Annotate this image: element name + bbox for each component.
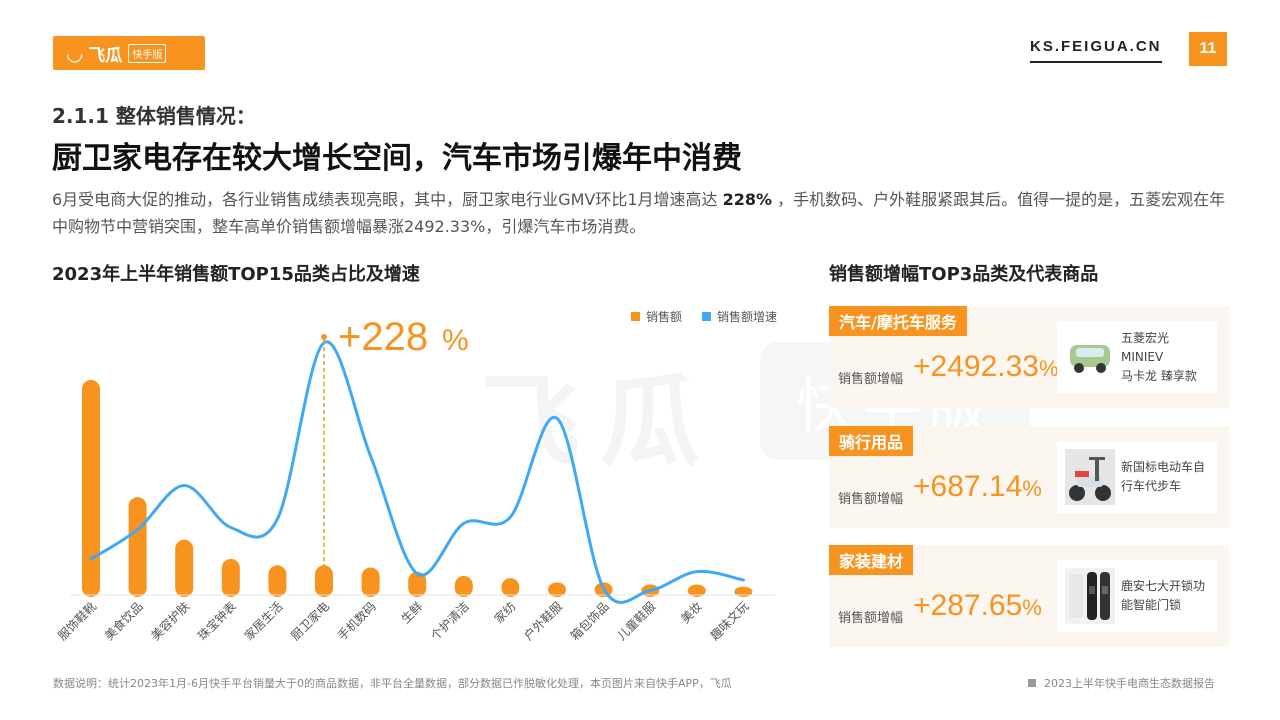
product-name-line1: 新国标电动车自	[1121, 460, 1206, 474]
metric-label: 销售额增幅	[838, 492, 904, 507]
product-card[interactable]: 新国标电动车自 行车代步车	[1057, 441, 1217, 513]
legend-swatch-growth	[702, 312, 711, 321]
chart-title: 2023年上半年销售额TOP15品类占比及增速	[52, 264, 420, 285]
site-url[interactable]: KS.FEIGUA.CN	[1030, 38, 1162, 63]
smart-lock-icon	[1065, 568, 1115, 624]
bar-5	[268, 565, 287, 597]
metric-label: 销售额增幅	[838, 372, 904, 387]
sales-chart: +228 % 销售额 销售额增速服饰鞋靴 美食饮品 美容护肤 珠宝钟表 家居生活 厨卫家电 手机数…	[55, 309, 777, 644]
report-name: 2023上半年快手电商生态数据报告	[1028, 675, 1215, 691]
top3-card-3: 家装建材 销售额增幅 +287.65% 鹿安七大开锁功 能智能门锁	[829, 545, 1229, 647]
top3-card-2: 骑行用品 销售额增幅 +687.14% 新国标电动车自 行车代步车	[829, 426, 1229, 528]
top3-title: 销售额增幅TOP3品类及代表商品	[829, 264, 1099, 285]
annotation-value: +228	[338, 315, 428, 359]
bar-4	[221, 558, 240, 597]
bar-7	[361, 567, 380, 597]
product-name-line2: 能智能门锁	[1121, 598, 1182, 612]
legend-label-sales: 销售额	[646, 309, 682, 324]
bar-2	[128, 497, 147, 597]
category-label-6: 厨卫家电	[288, 599, 333, 644]
growth-unit: %	[1022, 595, 1042, 620]
description-part1: 6月受电商大促的推动，各行业销售成绩表现亮眼，其中，厨卫家电行业GMV环比1月增…	[52, 190, 723, 209]
logo-text: 飞瓜	[88, 45, 123, 66]
category-label-13: 儿童鞋服	[614, 599, 659, 644]
feigua-logo-icon: ◡	[67, 41, 83, 65]
growth-number: +287.65	[913, 589, 1023, 622]
legend-label-growth: 销售额增速	[717, 309, 777, 324]
category-label-14: 美妆	[678, 599, 705, 626]
category-label-5: 家居生活	[241, 599, 286, 644]
section-title: 2.1.1 整体销售情况：	[52, 104, 256, 128]
annotation-dot	[321, 334, 327, 340]
bar-3	[175, 539, 194, 597]
top3-category: 汽车/摩托车服务	[829, 306, 967, 336]
growth-value: +287.65%	[913, 589, 1042, 623]
legend-swatch-sales	[631, 312, 640, 321]
growth-unit: %	[1038, 356, 1059, 381]
category-label-15: 趣味文玩	[707, 599, 752, 644]
category-label-3: 美容护肤	[148, 599, 193, 644]
page-headline: 厨卫家电存在较大增长空间，汽车市场引爆年中消费	[52, 141, 742, 176]
bar-6	[315, 565, 333, 597]
category-label-12: 箱包饰品	[567, 599, 612, 644]
category-label-7: 手机数码	[334, 599, 379, 644]
feigua-logo: ◡ 飞瓜 快手版	[53, 36, 205, 70]
description: 6月受电商大促的推动，各行业销售成绩表现亮眼，其中，厨卫家电行业GMV环比1月增…	[52, 186, 1232, 240]
growth-number: +687.14	[913, 470, 1023, 503]
report-title: 2023上半年快手电商生态数据报告	[1044, 677, 1215, 690]
product-name-line2: 马卡龙 臻享款	[1121, 368, 1197, 383]
bar-1	[82, 380, 100, 597]
product-name-line1: 五菱宏光MINIEV	[1121, 330, 1170, 364]
growth-unit: %	[1022, 476, 1042, 501]
top3-category: 骑行用品	[829, 426, 914, 456]
category-label-8: 生鲜	[398, 599, 425, 626]
top3-card-1: 汽车/摩托车服务 销售额增幅 +2492.33% 五菱宏光MINIEV 马卡龙 臻…	[829, 306, 1229, 408]
growth-number: +2492.33	[913, 350, 1039, 383]
scooter-icon	[1065, 449, 1115, 505]
annotation-unit: %	[442, 324, 469, 357]
growth-value: +687.14%	[913, 470, 1042, 504]
product-name-line2: 行车代步车	[1121, 479, 1182, 493]
product-card[interactable]: 鹿安七大开锁功 能智能门锁	[1057, 560, 1217, 632]
data-footnote: 数据说明：统计2023年1月-6月快手平台销量大于0的商品数据，非平台全量数据，…	[53, 677, 732, 690]
top3-category: 家装建材	[829, 545, 914, 575]
car-icon	[1065, 329, 1115, 385]
bar-10	[501, 578, 520, 597]
category-label-4: 珠宝钟表	[194, 599, 239, 644]
product-card[interactable]: 五菱宏光MINIEV 马卡龙 臻享款	[1057, 321, 1217, 393]
category-label-11: 户外鞋服	[521, 599, 566, 644]
category-label-9: 个护清洁	[428, 599, 472, 643]
category-label-10: 家纺	[491, 599, 519, 627]
bar-9	[454, 575, 473, 597]
page-number: 11	[1189, 32, 1227, 66]
description-highlight: 228%	[722, 190, 773, 209]
product-name-line1: 鹿安七大开锁功	[1121, 579, 1206, 593]
metric-label: 销售额增幅	[838, 611, 904, 626]
category-label-1: 服饰鞋靴	[55, 599, 100, 644]
category-label-2: 美食饮品	[101, 599, 146, 644]
growth-value: +2492.33%	[913, 350, 1059, 384]
logo-badge: 快手版	[128, 43, 167, 63]
footer-square-icon	[1028, 679, 1036, 687]
